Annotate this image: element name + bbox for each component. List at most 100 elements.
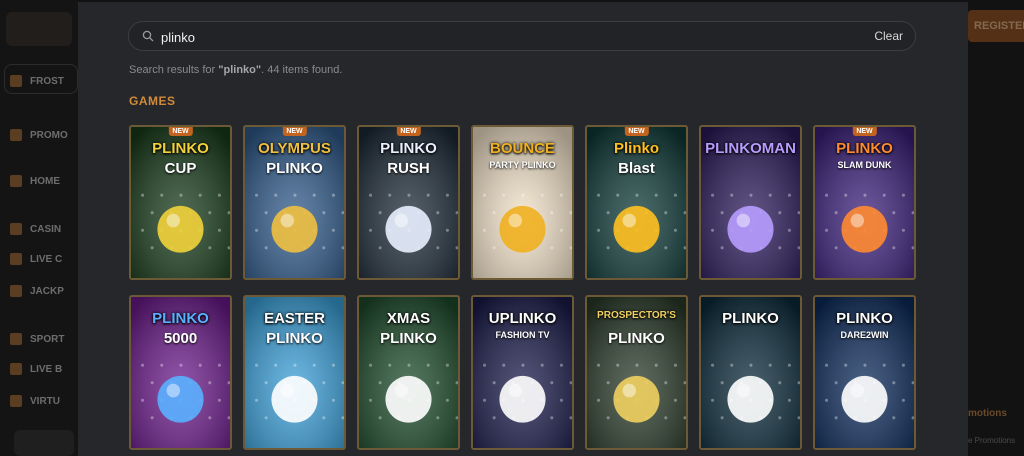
peg-dot — [445, 228, 449, 232]
gift-icon — [10, 129, 22, 141]
peg-dot — [710, 363, 715, 367]
game-subtitle: RUSH — [387, 160, 430, 177]
ball-highlight — [280, 213, 295, 228]
snowflake-icon — [10, 75, 22, 87]
peg-dot — [436, 211, 440, 215]
peg-dot — [254, 193, 259, 197]
peg-dot — [596, 398, 601, 402]
game-tile[interactable]: NEW OLYMPUS PLINKO — [243, 125, 346, 280]
peg-dot — [293, 363, 297, 367]
peg-dot — [368, 193, 373, 197]
peg-dot — [140, 398, 145, 402]
game-subtitle: PLINKO — [608, 330, 665, 347]
ball-highlight — [850, 213, 865, 228]
peg-dot — [274, 193, 278, 197]
sidebar-item-live-casino[interactable]: LIVE C — [10, 250, 62, 268]
game-tile[interactable]: EASTER PLINKO — [243, 295, 346, 450]
peg-dot — [160, 363, 164, 367]
peg-dot — [787, 228, 791, 232]
peg-dot — [492, 416, 496, 420]
game-tile[interactable]: PLINKO — [699, 295, 802, 450]
game-tile[interactable]: XMAS PLINKO — [357, 295, 460, 450]
peg-dot — [198, 363, 202, 367]
clear-button[interactable]: Clear — [874, 29, 903, 43]
game-tile[interactable]: PLINKOMAN — [699, 125, 802, 280]
peg-dot — [720, 381, 724, 385]
ball-highlight — [736, 213, 751, 228]
new-badge: NEW — [396, 127, 421, 136]
ball-highlight — [508, 213, 523, 228]
game-tile[interactable]: PLINKO DARE2WIN — [813, 295, 916, 450]
search-input[interactable] — [161, 26, 841, 48]
game-title: BOUNCE — [489, 140, 555, 157]
sidebar-item-virtuals[interactable]: VIRTU — [10, 392, 60, 410]
game-tile[interactable]: NEW Plinko Blast — [585, 125, 688, 280]
game-title: PLINKO — [836, 140, 893, 157]
ball-icon — [727, 205, 774, 253]
game-tile[interactable]: BOUNCE PARTY PLINKO — [471, 125, 574, 280]
peg-dot — [368, 363, 373, 367]
peg-dot — [198, 193, 202, 197]
new-badge: NEW — [168, 127, 193, 136]
peg-dot — [834, 381, 838, 385]
peg-dot — [550, 416, 554, 420]
game-tile[interactable]: PLINKO 5000 — [129, 295, 232, 450]
peg-dot — [720, 211, 724, 215]
game-subtitle: SLAM DUNK — [837, 160, 892, 170]
sidebar-item-live-betting[interactable]: LIVE B — [10, 360, 62, 378]
game-tile[interactable]: PROSPECTOR'S PLINKO — [585, 295, 688, 450]
peg-dot — [749, 193, 753, 197]
peg-dot — [208, 211, 212, 215]
peg-dot — [673, 193, 677, 197]
peg-dot — [673, 363, 677, 367]
ball-icon — [841, 375, 888, 423]
peg-dot — [217, 193, 221, 197]
ball-icon — [157, 375, 204, 423]
site-logo — [6, 12, 72, 46]
casino-icon — [10, 223, 22, 235]
sidebar-item-frost[interactable]: FROST — [10, 72, 64, 90]
peg-dot — [778, 381, 782, 385]
peg-dot — [654, 193, 658, 197]
peg-dot — [673, 398, 677, 402]
game-subtitle: PARTY PLINKO — [489, 160, 556, 170]
peg-dot — [388, 363, 392, 367]
home-icon — [10, 175, 22, 187]
sidebar-item-promotions[interactable]: PROMO — [10, 126, 68, 144]
game-title: EASTER — [264, 310, 325, 327]
peg-dot — [179, 193, 183, 197]
peg-dot — [322, 416, 326, 420]
sidebar-item-jackpots[interactable]: JACKP — [10, 282, 64, 300]
peg-dot — [312, 363, 316, 367]
sidebar-item-casino[interactable]: CASIN — [10, 220, 61, 238]
peg-dot — [710, 228, 715, 232]
peg-dot — [730, 193, 734, 197]
game-tile[interactable]: NEW PLINKO SLAM DUNK — [813, 125, 916, 280]
peg-dot — [482, 228, 487, 232]
ball-icon — [385, 375, 432, 423]
register-button[interactable]: REGISTER — [968, 10, 1024, 42]
game-tile[interactable]: NEW PLINKO CUP — [129, 125, 232, 280]
sidebar-item-sports[interactable]: SPORT — [10, 330, 64, 348]
peg-dot — [482, 193, 487, 197]
peg-dot — [824, 398, 829, 402]
ball-icon — [613, 375, 660, 423]
peg-dot — [264, 211, 268, 215]
language-selector[interactable] — [14, 430, 74, 456]
ball-icon — [727, 375, 774, 423]
peg-dot — [264, 381, 268, 385]
game-tile[interactable]: NEW PLINKO RUSH — [357, 125, 460, 280]
sidebar-item-home[interactable]: HOME — [10, 172, 60, 190]
live-icon — [10, 363, 22, 375]
peg-dot — [436, 381, 440, 385]
peg-dot — [901, 398, 905, 402]
peg-dot — [616, 363, 620, 367]
peg-dot — [892, 246, 896, 250]
game-tile[interactable]: UPLINKO FASHION TV — [471, 295, 574, 450]
peg-dot — [749, 363, 753, 367]
peg-dot — [407, 193, 411, 197]
peg-dot — [521, 193, 525, 197]
ball-icon — [841, 205, 888, 253]
peg-dot — [559, 398, 563, 402]
game-subtitle: PLINKO — [380, 330, 437, 347]
